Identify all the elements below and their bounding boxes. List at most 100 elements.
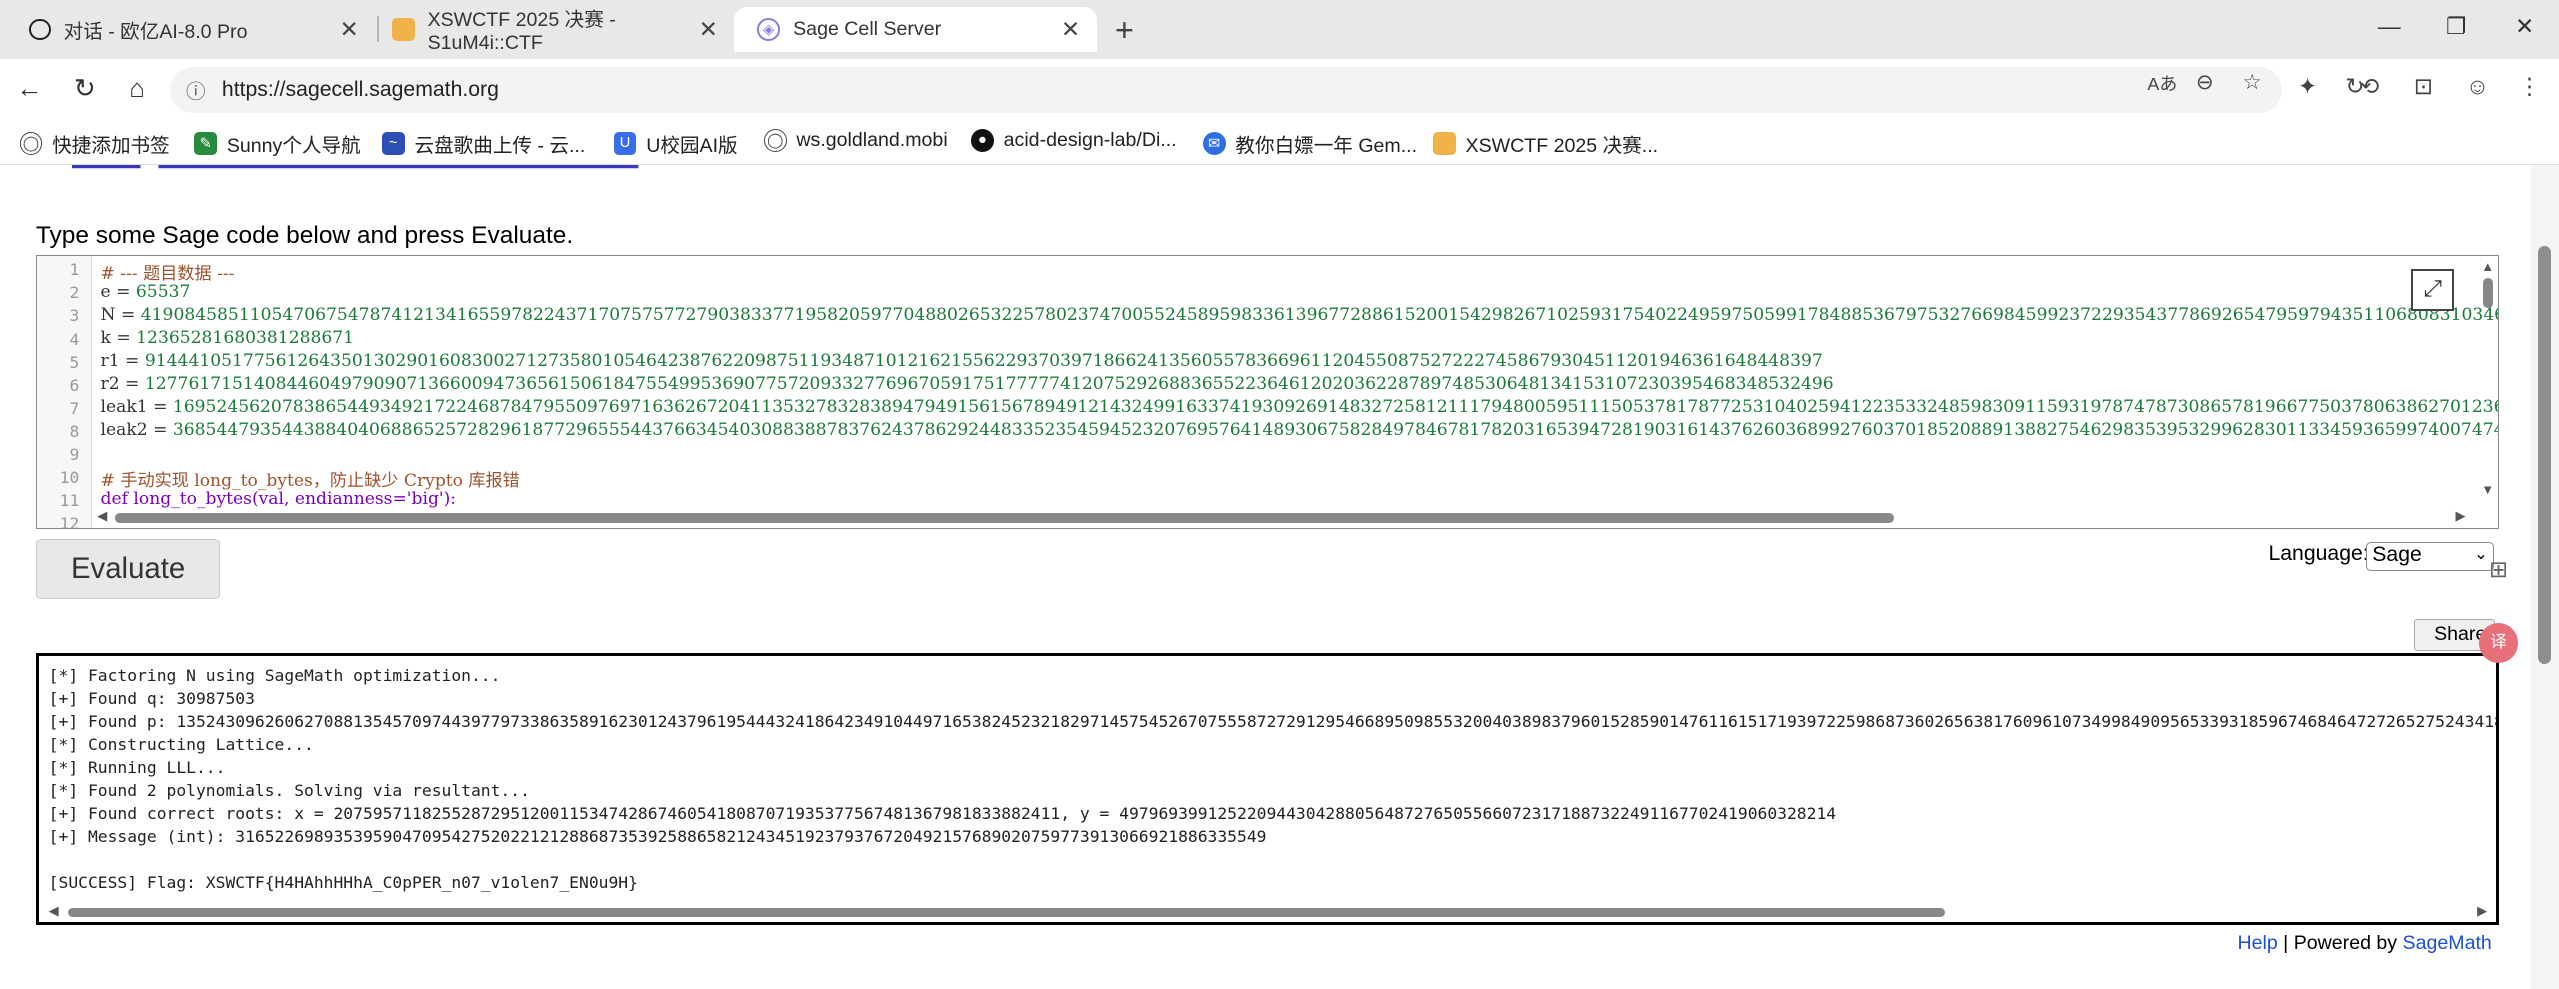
new-tab-icon[interactable]: + [1106, 11, 1142, 49]
scroll-thumb[interactable] [68, 907, 1946, 918]
ctf-icon [1432, 132, 1456, 155]
bookmark-item[interactable]: ✎ Sunny个人导航 [194, 129, 361, 158]
bookmark-item[interactable]: XSWCTF 2025 决赛... [1432, 129, 1658, 158]
favorite-star-icon[interactable]: ☆ [2234, 70, 2270, 95]
profile-icon[interactable]: ☺ [2461, 73, 2494, 100]
footer: Help | Powered by SageMath [2237, 932, 2491, 955]
line-number: 5 [69, 352, 80, 372]
code-line[interactable]: leak2 = 36854479354438840406886525728296… [101, 420, 2498, 440]
bookmark-item[interactable]: ~ 云盘歌曲上传 - 云... [381, 129, 585, 158]
back-icon[interactable]: ← [13, 73, 46, 104]
code-line[interactable]: r2 = 12776171514084460497909071366009473… [101, 374, 1834, 394]
globe-icon: ◯ [19, 132, 43, 155]
history-icon[interactable]: ⟲ [2353, 73, 2386, 100]
code-line[interactable]: # 手动实现 long_to_bytes，防止缺少 Crypto 库报错 [101, 466, 520, 491]
fullscreen-icon[interactable]: ⤢ [2411, 268, 2454, 312]
address-bar[interactable]: ⓘ https://sagecell.sagemath.org [169, 66, 2282, 113]
tab-title: 对话 - 欧亿AI-8.0 Pro [63, 20, 248, 43]
scroll-left-icon[interactable]: ◀ [97, 508, 107, 524]
page-content: Type some Sage code below and press Eval… [0, 164, 2532, 989]
tab-xswctf[interactable]: XSWCTF 2025 决赛 - S1uM4i::CTF ✕ [369, 7, 735, 54]
scroll-right-icon[interactable]: ▶ [2456, 508, 2466, 524]
close-icon[interactable]: ✕ [695, 16, 721, 43]
line-number: 10 [59, 467, 80, 487]
translate-icon[interactable]: 译 [2479, 623, 2519, 663]
scroll-up-icon[interactable]: ▲ [2481, 259, 2494, 274]
line-number: 11 [59, 490, 80, 510]
bookmark-item[interactable]: ● acid-design-lab/Di... [971, 129, 1177, 152]
output-panel: [*] Factoring N using SageMath optimizat… [35, 652, 2499, 926]
sagemath-link[interactable]: SageMath [2403, 932, 2492, 954]
code-line[interactable]: # --- 题目数据 --- [101, 259, 235, 284]
cloud-music-icon: ~ [381, 132, 405, 155]
code-line[interactable]: e = 65537 [101, 282, 191, 302]
bookmark-item[interactable]: ◯ 快捷添加书签 [19, 129, 170, 158]
output-line: [*] Found 2 polynomials. Solving via res… [48, 780, 530, 800]
output-line: [*] Running LLL... [48, 757, 226, 777]
scroll-thumb[interactable] [2482, 278, 2493, 308]
bookmark-item[interactable]: ✉ 教你白嫖一年 Gem... [1202, 129, 1417, 158]
home-icon[interactable]: ⌂ [121, 73, 154, 104]
bookmarks-bar: ◯ 快捷添加书签 ✎ Sunny个人导航 ~ 云盘歌曲上传 - 云... U U校园AI… [0, 120, 2559, 165]
output-line: [SUCCESS] Flag: XSWCTF{H4HAhhHHhA_C0pPER… [48, 872, 638, 892]
line-number: 12 [59, 513, 80, 529]
output-line: [+] Found correct roots: x = 20759571182… [48, 803, 1837, 823]
globe-icon: ◯ [763, 129, 787, 152]
minimize-icon[interactable]: — [2370, 13, 2409, 40]
openai-icon [29, 18, 51, 40]
refresh-icon[interactable]: ↻ [69, 73, 102, 104]
code-line[interactable]: r1 = 91444105177561264350130290160830027… [101, 351, 1823, 371]
line-number: 4 [69, 329, 80, 349]
restore-icon[interactable]: ❐ [2437, 13, 2476, 40]
help-link[interactable]: Help [2237, 932, 2277, 954]
code-line[interactable]: N = 419084585110547067547874121341655978… [101, 305, 2498, 325]
tab-sage-cell[interactable]: ◈ Sage Cell Server ✕ [734, 6, 1097, 53]
language-label: Language: [2268, 541, 2369, 565]
output-horizontal-scrollbar[interactable]: ◀ ▶ [45, 903, 2493, 919]
output-line: [*] Factoring N using SageMath optimizat… [48, 665, 501, 685]
window-close-icon[interactable]: ✕ [2505, 13, 2544, 40]
read-aloud-icon[interactable]: Aあ [2144, 70, 2180, 96]
sage-icon: ◈ [757, 17, 781, 41]
address-url[interactable]: https://sagecell.sagemath.org [222, 78, 499, 102]
code-line[interactable]: k = 12365281680381288671 [101, 328, 355, 348]
more-tools-icon[interactable]: ⊖ [2187, 70, 2223, 95]
line-number: 9 [69, 444, 80, 464]
close-icon[interactable]: ✕ [336, 16, 362, 43]
site-info-icon[interactable]: ⓘ [183, 75, 209, 104]
output-line: [+] Found q: 30987503 [48, 688, 255, 708]
bookmark-item[interactable]: ◯ ws.goldland.mobi [763, 129, 948, 152]
line-number: 6 [69, 375, 80, 395]
browser-toolbar: ← ↻ ⌂ ⓘ https://sagecell.sagemath.org Aあ… [0, 58, 2559, 121]
instructions-text: Type some Sage code below and press Eval… [35, 221, 574, 249]
output-line: [+] Message (int): 316522698935395904709… [48, 826, 1267, 846]
language-value: Sage [2372, 542, 2422, 566]
scroll-thumb[interactable] [2537, 246, 2551, 665]
tab-chat[interactable]: 对话 - 欧亿AI-8.0 Pro ✕ [7, 7, 376, 53]
code-line[interactable]: leak1 = 16952456207838654493492172246878… [101, 397, 2498, 417]
line-number: 2 [69, 283, 80, 303]
settings-more-icon[interactable]: ⋮ [2513, 73, 2546, 100]
line-number-gutter: 1 2 3 4 5 6 7 8 9 10 11 12 [36, 255, 93, 529]
close-icon[interactable]: ✕ [1058, 16, 1084, 43]
evaluate-button[interactable]: Evaluate [35, 538, 221, 599]
code-editor[interactable]: 1 2 3 4 5 6 7 8 9 10 11 12 # --- 题目数据 --- e = 65537 N… [35, 254, 2499, 529]
apps-grid-icon[interactable]: ⊞ [2479, 550, 2518, 589]
code-line[interactable]: def long_to_bytes(val, endianness='big')… [101, 489, 457, 509]
bookmark-item[interactable]: U U校园AI版 [613, 129, 738, 158]
output-line: [+] Found p: 135243096260627088135457097… [48, 711, 2499, 731]
line-number: 3 [69, 306, 80, 326]
language-select[interactable]: Sage ⌄ [2366, 541, 2494, 572]
extensions-icon[interactable]: ✦ [2291, 73, 2324, 100]
page-vertical-scrollbar[interactable] [2531, 164, 2559, 989]
editor-horizontal-scrollbar[interactable]: ◀ ▶ [92, 508, 2491, 524]
page-nav-underline [71, 164, 639, 169]
editor-vertical-scrollbar[interactable]: ▲ ▼ [2478, 259, 2494, 498]
screenshot-icon[interactable]: ⊡ [2407, 73, 2440, 100]
tab-title: Sage Cell Server [793, 17, 942, 40]
scroll-down-icon[interactable]: ▼ [2481, 482, 2494, 497]
scroll-thumb[interactable] [115, 513, 1895, 523]
scroll-right-icon[interactable]: ▶ [2477, 903, 2487, 919]
scroll-left-icon[interactable]: ◀ [49, 903, 59, 919]
line-number: 8 [69, 421, 80, 441]
